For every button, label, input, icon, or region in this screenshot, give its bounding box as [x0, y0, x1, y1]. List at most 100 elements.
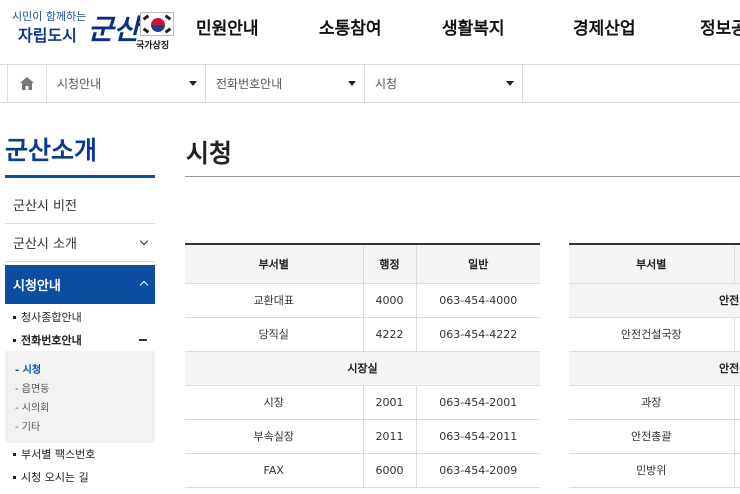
sidebar-sub3-cityhall[interactable]: - 시청: [15, 361, 41, 376]
nav-welfare[interactable]: 생활복지: [442, 14, 505, 39]
page-title: 시청: [186, 139, 233, 168]
sidebar-subitem-label: 청사종합안내: [21, 311, 82, 324]
table-section-row: 안전: [569, 283, 740, 318]
sidebar-item-intro[interactable]: 군산시 소개: [5, 224, 155, 262]
admin-cell: 3: [734, 419, 740, 454]
breadcrumb-level2-label: 전화번호안내: [216, 77, 283, 91]
table-row: 시장 2001 063-454-2001: [185, 385, 540, 420]
dept-cell: 안전총괄: [569, 419, 735, 454]
section-cell: 시장실: [185, 351, 540, 386]
admin-cell: 4222: [363, 317, 417, 352]
general-cell: 063-454-4222: [416, 317, 540, 352]
nav-info[interactable]: 정보공: [700, 14, 740, 39]
sidebar: 군산소개 군산시 비전 군산시 소개 시청안내 청사종합안내 전화번호안내 - …: [5, 103, 155, 494]
dept-cell: 시장: [185, 385, 364, 420]
sidebar-subitem-phone[interactable]: 전화번호안내: [5, 329, 155, 351]
column-header: 부서별: [185, 245, 364, 284]
table-row: 교환대표 4000 063-454-4000: [185, 283, 540, 318]
column-header: 일반: [416, 245, 540, 284]
sidebar-item-cityhall[interactable]: 시청안내: [5, 265, 155, 304]
admin-cell: 4000: [363, 283, 417, 318]
home-button[interactable]: [7, 65, 47, 102]
home-icon: [20, 77, 34, 90]
bullet-icon: [13, 475, 16, 479]
sidebar-subitem-label: 부서별 팩스번호: [21, 448, 96, 461]
collapse-icon: [139, 339, 147, 341]
dept-cell: 부속실장: [185, 419, 364, 454]
sidebar-title: 군산소개: [5, 136, 98, 165]
dept-cell: 과장: [569, 385, 735, 420]
nav-civil-service[interactable]: 민원안내: [196, 14, 259, 39]
sidebar-sub3-other[interactable]: - 기타: [15, 418, 40, 433]
phone-table-right: 부서별 행 안전 안전건설국장 2 안전 과장 3 안전총괄 3 민방위 3: [569, 245, 740, 488]
sidebar-subitem-fax[interactable]: 부서별 팩스번호: [5, 443, 155, 465]
nav-participation[interactable]: 소통참여: [319, 14, 382, 39]
table-row: 안전건설국장 2: [569, 317, 740, 352]
national-flag-icon[interactable]: [140, 12, 174, 36]
sidebar-subitem-building[interactable]: 청사종합안내: [5, 306, 155, 328]
dropdown-arrow-icon: [348, 81, 356, 86]
table-header-row: 부서별 행: [569, 245, 740, 284]
dept-cell: 당직실: [185, 317, 364, 352]
general-cell: 063-454-2011: [416, 419, 540, 454]
chevron-down-icon: [139, 236, 149, 246]
table-row: 안전총괄 3: [569, 419, 740, 454]
logo-brand: 군산: [88, 13, 140, 46]
sidebar-title-divider: [5, 175, 155, 178]
dept-cell: FAX: [185, 453, 364, 488]
sidebar-subitem-directions[interactable]: 시청 오시는 길: [5, 466, 155, 488]
site-header: 시민이 함께하는 자립도시 군산 국가상징 민원안내 소통참여 생활복지 경제산…: [0, 0, 740, 64]
national-symbol-label[interactable]: 국가상징: [136, 38, 169, 51]
sidebar-sub3-town[interactable]: - 읍면동: [15, 380, 49, 395]
sidebar-item-label: 시청안내: [13, 279, 61, 294]
table-row: 부속실장 2011 063-454-2011: [185, 419, 540, 454]
phone-table-left: 부서별 행정 일반 교환대표 4000 063-454-4000 당직실 422…: [185, 245, 540, 488]
dept-cell: 교환대표: [185, 283, 364, 318]
table-section-row: 안전: [569, 351, 740, 386]
dept-cell: 안전건설국장: [569, 317, 735, 352]
general-cell: 063-454-2009: [416, 453, 540, 488]
table-header-row: 부서별 행정 일반: [185, 245, 540, 284]
section-cell: 안전: [569, 283, 740, 318]
general-cell: 063-454-2001: [416, 385, 540, 420]
admin-cell: 3: [734, 453, 740, 488]
breadcrumb-level3-label: 시청: [375, 77, 398, 91]
table-section-row: 시장실: [185, 351, 540, 386]
table-row: 과장 3: [569, 385, 740, 420]
logo-slogan-line2: 자립도시: [18, 26, 77, 45]
breadcrumb-select-level2[interactable]: 전화번호안내: [206, 65, 365, 102]
admin-cell: 2: [734, 317, 740, 352]
breadcrumb-level1-label: 시청안내: [57, 77, 102, 91]
table-row: FAX 6000 063-454-2009: [185, 453, 540, 488]
breadcrumb-select-level3[interactable]: 시청: [365, 65, 523, 102]
section-cell: 안전: [569, 351, 740, 386]
admin-cell: 2011: [363, 419, 417, 454]
bullet-icon: [13, 338, 16, 342]
table-row: 민방위 3: [569, 453, 740, 488]
phone-table-right-clip: 부서별 행 안전 안전건설국장 2 안전 과장 3 안전총괄 3 민방위 3: [569, 245, 740, 494]
dropdown-arrow-icon: [189, 81, 197, 86]
general-cell: 063-454-4000: [416, 283, 540, 318]
breadcrumb-select-level1[interactable]: 시청안내: [47, 65, 206, 102]
nav-economy[interactable]: 경제산업: [573, 14, 636, 39]
sidebar-item-label: 군산시 비전: [13, 199, 77, 214]
admin-cell: 3: [734, 385, 740, 420]
chevron-up-icon: [139, 280, 149, 290]
bullet-icon: [13, 315, 16, 319]
column-header: 행정: [363, 245, 417, 284]
table-row: 당직실 4222 063-454-4222: [185, 317, 540, 352]
admin-cell: 2001: [363, 385, 417, 420]
sidebar-sub3-list: - 시청 - 읍면동 - 시의회 - 기타: [5, 351, 155, 443]
page-title-divider: [185, 176, 740, 177]
sidebar-sub3-council[interactable]: - 시의회: [15, 399, 49, 414]
sidebar-subitem-label: 시청 오시는 길: [21, 471, 89, 484]
bullet-icon: [13, 452, 16, 456]
site-logo[interactable]: 시민이 함께하는 자립도시 군산 국가상징: [8, 6, 178, 54]
sidebar-item-vision[interactable]: 군산시 비전: [5, 186, 155, 224]
column-header: 행: [734, 245, 740, 284]
dept-cell: 민방위: [569, 453, 735, 488]
sidebar-item-label: 군산시 소개: [13, 237, 77, 252]
admin-cell: 6000: [363, 453, 417, 488]
column-header: 부서별: [569, 245, 735, 284]
breadcrumb: 시청안내 전화번호안내 시청: [0, 64, 740, 103]
